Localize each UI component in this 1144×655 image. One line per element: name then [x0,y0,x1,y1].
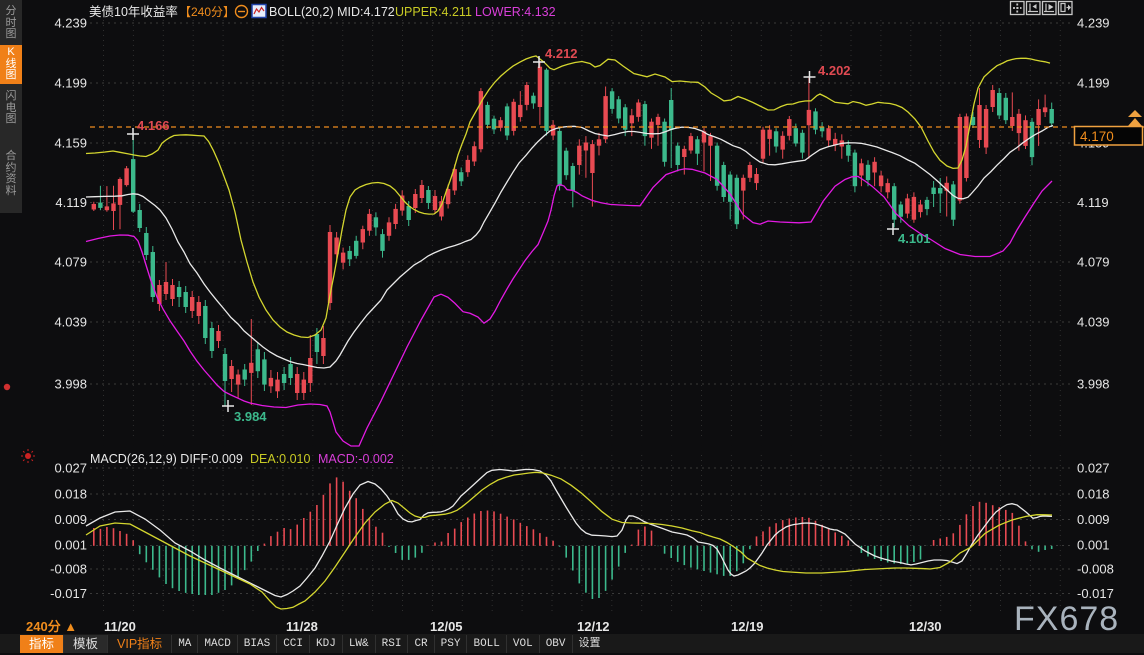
svg-text:4.202: 4.202 [818,63,851,78]
svg-text:0.009: 0.009 [1077,512,1110,527]
svg-text:-0.008: -0.008 [50,562,87,577]
svg-text:4.079: 4.079 [1077,255,1110,270]
svg-text:LOWER:4.132: LOWER:4.132 [475,5,556,19]
svg-text:-0.017: -0.017 [1077,586,1114,601]
svg-text:12/12: 12/12 [577,619,610,634]
svg-text:4.101: 4.101 [898,231,931,246]
svg-text:MACD:-0.002: MACD:-0.002 [318,452,394,466]
svg-text:3.998: 3.998 [54,377,87,392]
svg-text:-0.017: -0.017 [50,586,87,601]
svg-text:11/20: 11/20 [104,619,136,634]
svg-text:4.079: 4.079 [54,255,87,270]
svg-text:0.018: 0.018 [1077,487,1110,502]
svg-text:4.199: 4.199 [1077,76,1110,91]
svg-text:12/05: 12/05 [430,619,463,634]
svg-text:FX678: FX678 [1014,600,1119,638]
svg-text:11/28: 11/28 [286,619,318,634]
svg-text:4.119: 4.119 [1077,195,1109,210]
svg-text:-0.008: -0.008 [1077,562,1114,577]
svg-text:4.239: 4.239 [54,16,87,31]
svg-text:4.159: 4.159 [54,136,87,151]
svg-text:4.199: 4.199 [54,76,87,91]
svg-text:UPPER:4.211: UPPER:4.211 [395,5,472,19]
svg-text:0.027: 0.027 [54,461,87,476]
svg-text:4.239: 4.239 [1077,16,1110,31]
svg-text:4.212: 4.212 [545,46,578,61]
svg-text:DEA:0.010: DEA:0.010 [250,452,311,466]
svg-text:0.001: 0.001 [1077,538,1110,553]
svg-text:12/30: 12/30 [909,619,942,634]
svg-text:0.009: 0.009 [54,512,87,527]
svg-text:3.984: 3.984 [234,409,267,424]
svg-text:240分 ▲: 240分 ▲ [26,619,77,634]
svg-text:【240分】: 【240分】 [179,5,235,19]
svg-text:0.027: 0.027 [1077,461,1110,476]
svg-text:0.001: 0.001 [54,538,87,553]
svg-text:4.039: 4.039 [1077,315,1110,330]
svg-text:美债10年收益率: 美债10年收益率 [89,4,178,19]
svg-text:MACD(26,12,9) DIFF:0.009: MACD(26,12,9) DIFF:0.009 [90,452,243,466]
svg-text:0.018: 0.018 [54,487,87,502]
svg-text:4.039: 4.039 [54,315,87,330]
svg-text:BOLL(20,2) MID:4.172: BOLL(20,2) MID:4.172 [269,5,395,19]
svg-text:4.170: 4.170 [1080,129,1114,144]
svg-text:4.119: 4.119 [55,195,87,210]
svg-text:3.998: 3.998 [1077,377,1110,392]
svg-text:12/19: 12/19 [731,619,764,634]
svg-text:4.166: 4.166 [137,118,170,133]
